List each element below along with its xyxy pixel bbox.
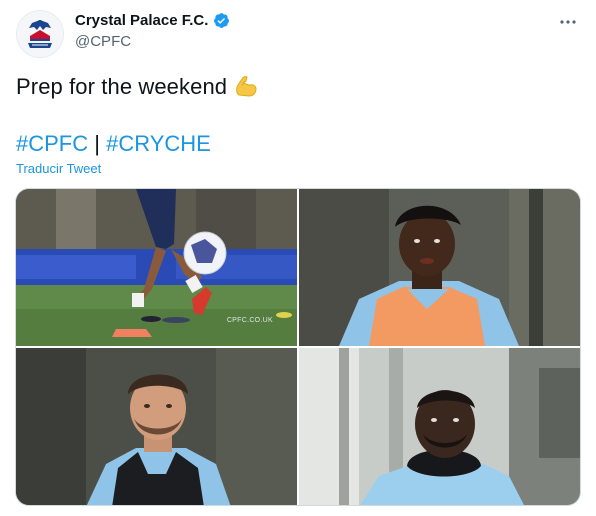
hashtag-cpfc-link[interactable]: #CPFC bbox=[16, 131, 88, 156]
avatar[interactable] bbox=[16, 10, 64, 58]
hashtag-separator: | bbox=[94, 131, 100, 156]
photo-watermark: CPFC.CO.UK bbox=[226, 317, 273, 324]
media-grid: CPFC.CO.UK bbox=[15, 188, 581, 506]
display-name[interactable]: Crystal Palace F.C. bbox=[75, 12, 208, 29]
translate-tweet-link[interactable]: Traducir Tweet bbox=[16, 161, 101, 176]
training-ball-photo[interactable]: CPFC.CO.UK bbox=[16, 189, 297, 346]
verified-badge-icon bbox=[214, 13, 230, 28]
crystal-palace-crest-icon bbox=[17, 11, 63, 57]
handle[interactable]: @CPFC bbox=[75, 33, 131, 50]
flexed-biceps-icon bbox=[233, 73, 259, 106]
more-options-button[interactable] bbox=[556, 12, 580, 32]
tweet-text: Prep for the weekend bbox=[16, 73, 259, 106]
player-black-bib-photo[interactable] bbox=[16, 348, 297, 505]
player-orange-bib-photo[interactable] bbox=[299, 189, 580, 346]
hashtag-line: #CPFC | #CRYCHE bbox=[16, 130, 211, 158]
tweet-text-content: Prep for the weekend bbox=[16, 74, 228, 99]
player-snood-photo[interactable] bbox=[299, 348, 580, 505]
more-icon bbox=[560, 20, 576, 24]
hashtag-cryche-link[interactable]: #CRYCHE bbox=[106, 131, 211, 156]
